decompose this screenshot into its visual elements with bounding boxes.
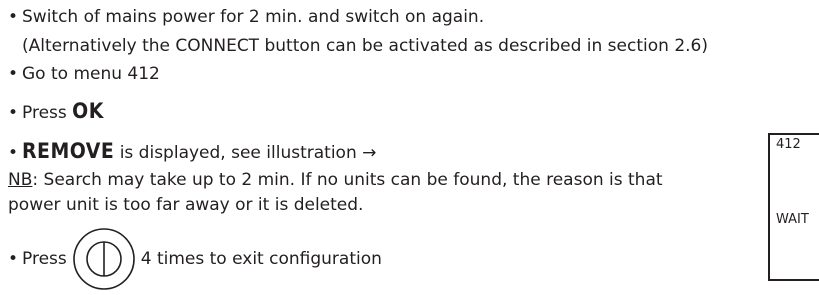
step-text: 4 times to exit configuration bbox=[140, 249, 382, 269]
bullet: • bbox=[8, 249, 19, 269]
step-text: Go to menu 412 bbox=[22, 64, 160, 84]
menu-number: 412 bbox=[776, 137, 801, 152]
remove-keyword: REMOVE bbox=[22, 139, 115, 163]
step-press-power: • Press 4 times to exit configuration bbox=[8, 226, 382, 292]
bullet: • bbox=[8, 7, 19, 27]
bullet: • bbox=[8, 143, 19, 163]
nb-label: NB bbox=[8, 170, 33, 190]
bullet: • bbox=[8, 64, 19, 84]
step-text: (Alternatively the CONNECT button can be… bbox=[22, 36, 708, 56]
step-switch-power: • Switch of mains power for 2 min. and sw… bbox=[8, 6, 484, 28]
step-text: Switch of mains power for 2 min. and swi… bbox=[22, 7, 485, 27]
display-illustration: 412 WAIT bbox=[768, 133, 819, 281]
step-remove-displayed: • REMOVE is displayed, see illustration → bbox=[8, 140, 376, 164]
step-go-to-menu: • Go to menu 412 bbox=[8, 63, 160, 85]
step-text: Press bbox=[22, 249, 67, 269]
step-text: Press bbox=[22, 103, 73, 123]
step-text: is displayed, see illustration → bbox=[114, 143, 377, 163]
power-button-icon bbox=[71, 226, 137, 292]
step-press-ok: • Press OK bbox=[8, 100, 104, 124]
nb-text: : Search may take up to 2 min. If no uni… bbox=[32, 170, 663, 190]
nb-note-continued: power unit is too far away or it is dele… bbox=[8, 194, 363, 216]
step-alternative-note: (Alternatively the CONNECT button can be… bbox=[22, 35, 708, 57]
nb-text: power unit is too far away or it is dele… bbox=[8, 195, 364, 215]
nb-note: NB: Search may take up to 2 min. If no u… bbox=[8, 169, 663, 191]
ok-keyword: OK bbox=[72, 99, 104, 123]
status-text: WAIT bbox=[776, 212, 809, 227]
bullet: • bbox=[8, 103, 19, 123]
